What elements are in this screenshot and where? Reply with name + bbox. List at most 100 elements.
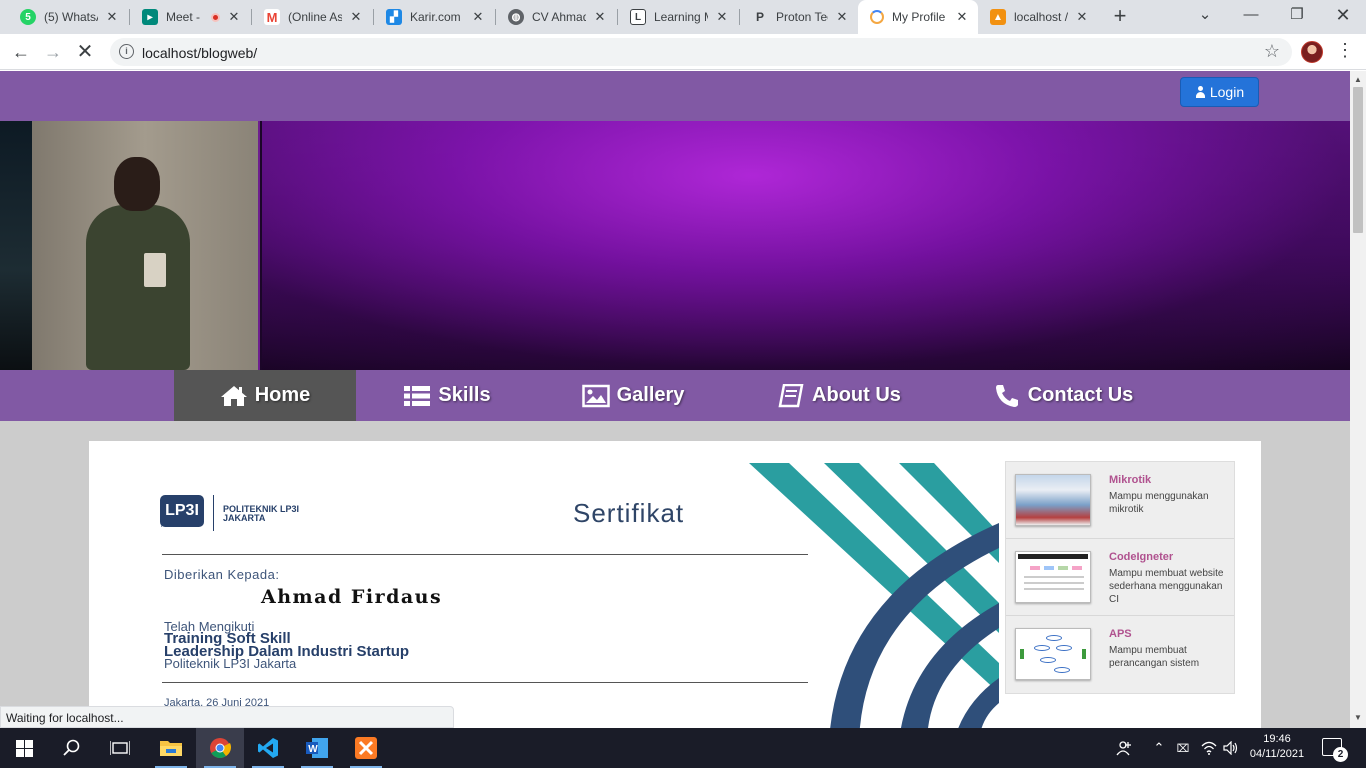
forward-button[interactable]: →	[41, 40, 65, 64]
profile-avatar[interactable]	[1301, 41, 1323, 63]
tab-learning[interactable]: L Learning M ✕	[618, 0, 738, 34]
start-button[interactable]	[0, 728, 48, 768]
nav-contact-us[interactable]: Contact Us	[968, 370, 1158, 421]
phpmyadmin-icon: ▲	[990, 9, 1006, 25]
bookmark-star-icon[interactable]: ☆	[1264, 41, 1280, 62]
nav-skills[interactable]: Skills	[356, 370, 538, 421]
tab-whatsapp[interactable]: 5 (5) WhatsApp ✕	[8, 0, 128, 34]
people-icon[interactable]	[1112, 728, 1136, 768]
nav-about-us[interactable]: About Us	[748, 370, 930, 421]
profile-photo	[0, 121, 260, 370]
skill-item-aps[interactable]: APS Mampu membuat perancangan sistem	[1006, 616, 1234, 693]
nav-home[interactable]: Home	[174, 370, 356, 421]
close-tab-icon[interactable]: ✕	[470, 9, 486, 25]
back-button[interactable]: ←	[9, 40, 33, 64]
gmail-icon: M	[264, 9, 280, 25]
system-clock[interactable]: 19:46 04/11/2021	[1246, 732, 1308, 762]
skill-title[interactable]: APS	[1109, 628, 1132, 640]
tab-search-button[interactable]: ⌄	[1182, 0, 1228, 30]
phone-icon	[995, 384, 1018, 407]
show-hidden-icons[interactable]: ⌃	[1148, 728, 1170, 768]
skill-description: Mampu membuat website sederhana mengguna…	[1109, 568, 1224, 605]
user-icon	[1195, 86, 1206, 98]
word-button[interactable]: W	[293, 728, 341, 768]
address-bar[interactable]: i localhost/blogweb/ ☆	[110, 38, 1292, 66]
tab-label: My Profile	[892, 10, 946, 24]
browser-menu-icon[interactable]: ⋮	[1336, 40, 1354, 61]
tab-label: Karir.com	[410, 10, 461, 24]
close-tab-icon[interactable]: ✕	[714, 9, 730, 25]
close-window-button[interactable]: ✕	[1320, 0, 1366, 30]
new-tab-button[interactable]: +	[1108, 5, 1132, 29]
scrollbar-thumb[interactable]	[1353, 87, 1363, 233]
task-view-icon	[110, 741, 130, 755]
content-card: LP3I Politeknik POLITEKNIK LP3I JAKARTA …	[89, 441, 1261, 728]
task-view-button[interactable]	[96, 728, 144, 768]
restore-button[interactable]: ❐	[1274, 0, 1320, 30]
close-tab-icon[interactable]: ✕	[592, 9, 608, 25]
tab-phpmyadmin[interactable]: ▲ localhost / ✕	[978, 0, 1098, 34]
close-tab-icon[interactable]: ✕	[226, 9, 242, 25]
svg-text:W: W	[308, 744, 318, 755]
tab-my-profile[interactable]: My Profile ✕	[858, 0, 978, 34]
skill-thumbnail	[1015, 551, 1091, 603]
close-tab-icon[interactable]: ✕	[834, 9, 850, 25]
nav-label: Contact Us	[1027, 384, 1134, 406]
nav-label: About Us	[812, 384, 901, 406]
skills-sidebar: Mikrotik Mampu menggunakan mikrotik Code…	[1005, 461, 1235, 694]
login-label: Login	[1209, 84, 1245, 100]
input-method-icon[interactable]: ⌧	[1172, 728, 1194, 768]
skill-item-codeigneter[interactable]: CodeIgneter Mampu membuat website sederh…	[1006, 539, 1234, 616]
skill-thumbnail	[1015, 628, 1091, 680]
login-button[interactable]: Login	[1180, 77, 1259, 107]
skill-title[interactable]: CodeIgneter	[1109, 551, 1173, 563]
vscode-icon	[258, 738, 278, 758]
clock-date: 04/11/2021	[1249, 748, 1305, 760]
tab-gmail[interactable]: M (Online Ass ✕	[252, 0, 372, 34]
nav-gallery[interactable]: Gallery	[542, 370, 724, 421]
scroll-down-icon[interactable]: ▼	[1354, 713, 1362, 722]
volume-icon[interactable]	[1220, 728, 1242, 768]
file-explorer-icon	[160, 741, 182, 756]
skill-thumbnail	[1015, 474, 1091, 526]
skill-title[interactable]: Mikrotik	[1109, 474, 1151, 486]
xampp-button[interactable]	[342, 728, 390, 768]
scroll-up-icon[interactable]: ▲	[1354, 75, 1362, 84]
page-scrollbar[interactable]: ▲ ▼	[1350, 71, 1366, 728]
certificate-decoration	[749, 463, 999, 728]
tab-meet[interactable]: ▸ Meet - ✕	[130, 0, 250, 34]
learning-icon: L	[630, 9, 646, 25]
site-info-icon[interactable]: i	[119, 44, 134, 59]
tab-label: Meet -	[166, 10, 201, 24]
tab-karir[interactable]: ▞ Karir.com ✕	[374, 0, 494, 34]
stop-loading-button[interactable]: ✕	[73, 40, 97, 64]
close-tab-icon[interactable]: ✕	[954, 9, 970, 25]
tab-label: localhost /	[1014, 10, 1068, 24]
skill-item-mikrotik[interactable]: Mikrotik Mampu menggunakan mikrotik	[1006, 462, 1234, 539]
chrome-button[interactable]	[196, 728, 244, 768]
wifi-icon[interactable]	[1198, 728, 1220, 768]
institution-name: POLITEKNIK LP3I JAKARTA	[223, 504, 300, 523]
recording-icon	[211, 12, 220, 22]
url-text[interactable]: localhost/blogweb/	[142, 45, 257, 61]
close-tab-icon[interactable]: ✕	[348, 9, 364, 25]
tab-label: CV Ahmad	[532, 10, 586, 24]
file-explorer-button[interactable]	[147, 728, 195, 768]
main-navigation: Home Skills Gallery About Us Contact Us	[0, 370, 1350, 421]
notification-count-badge: 2	[1333, 747, 1348, 762]
search-button[interactable]	[48, 728, 96, 768]
close-tab-icon[interactable]: ✕	[104, 9, 120, 25]
proton-icon: P	[755, 10, 764, 24]
list-icon	[404, 385, 431, 406]
xampp-icon	[355, 737, 377, 759]
chrome-icon	[210, 738, 231, 759]
vscode-button[interactable]	[244, 728, 292, 768]
tab-proton[interactable]: P Proton Tech ✕	[740, 0, 858, 34]
close-tab-icon[interactable]: ✕	[1074, 9, 1090, 25]
minimize-button[interactable]: —	[1228, 0, 1274, 30]
word-icon: W	[306, 738, 328, 758]
nav-label: Home	[254, 384, 311, 406]
tab-cv[interactable]: ◍ CV Ahmad ✕	[496, 0, 616, 34]
lp3i-logo-subtitle: Politeknik	[161, 523, 187, 529]
header-banner	[0, 121, 1350, 370]
